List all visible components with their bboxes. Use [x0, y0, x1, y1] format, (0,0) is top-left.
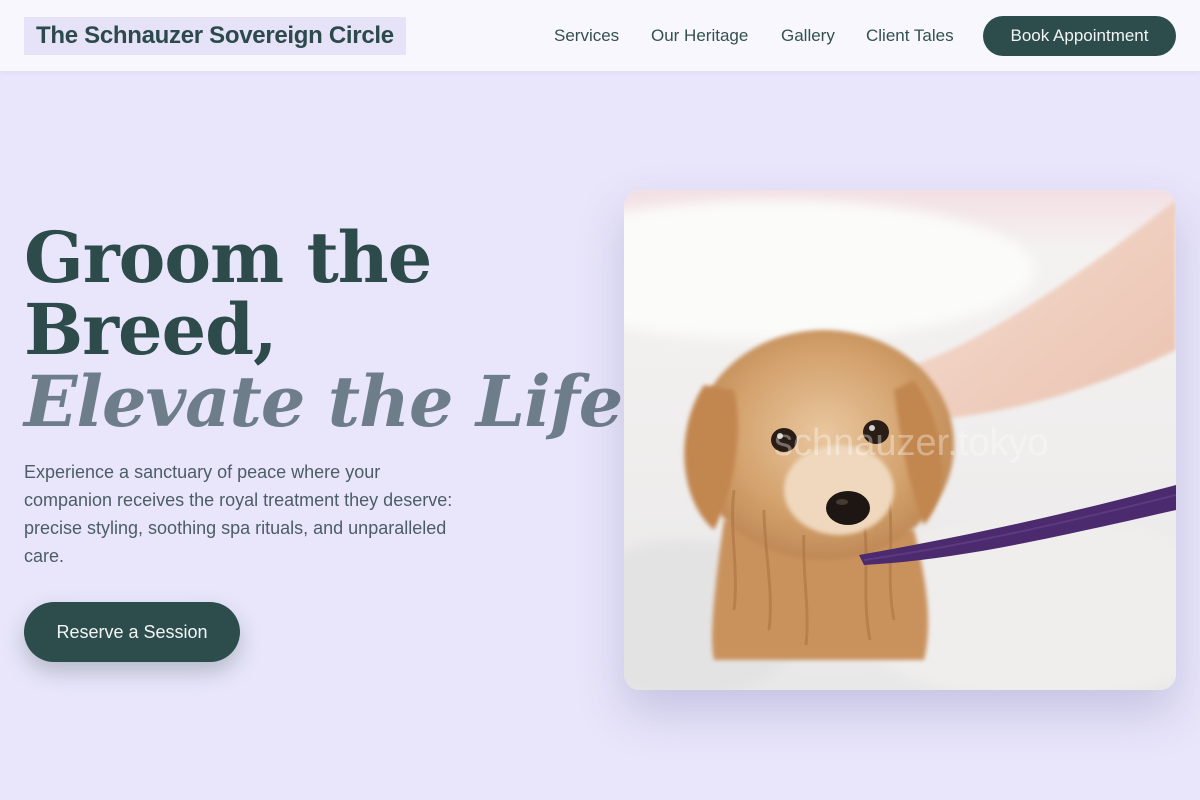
wet-dog-image: schnauzer.tokyo [624, 190, 1176, 690]
reserve-session-button[interactable]: Reserve a Session [24, 602, 240, 662]
headline-line-2: Breed, [24, 288, 277, 371]
headline-line-1: Groom the [24, 216, 432, 299]
nav-link-our-heritage[interactable]: Our Heritage [651, 25, 748, 47]
hero-description: Experience a sanctuary of peace where yo… [24, 462, 453, 566]
book-appointment-button[interactable]: Book Appointment [983, 16, 1176, 56]
hero-photo: schnauzer.tokyo [624, 190, 1176, 690]
brand-logo[interactable]: The Schnauzer Sovereign Circle [24, 17, 406, 55]
nav-link-client-tales[interactable]: Client Tales [866, 25, 954, 47]
site-header: The Schnauzer Sovereign Circle Services … [0, 0, 1200, 72]
nav-link-services[interactable]: Services [554, 25, 619, 47]
photo-watermark: schnauzer.tokyo [774, 422, 1049, 464]
nav-link-gallery[interactable]: Gallery [781, 25, 835, 47]
headline-accent: Elevate the Life. [24, 360, 647, 443]
hero-headline: Groom the Breed, Elevate the Life. [24, 216, 647, 443]
